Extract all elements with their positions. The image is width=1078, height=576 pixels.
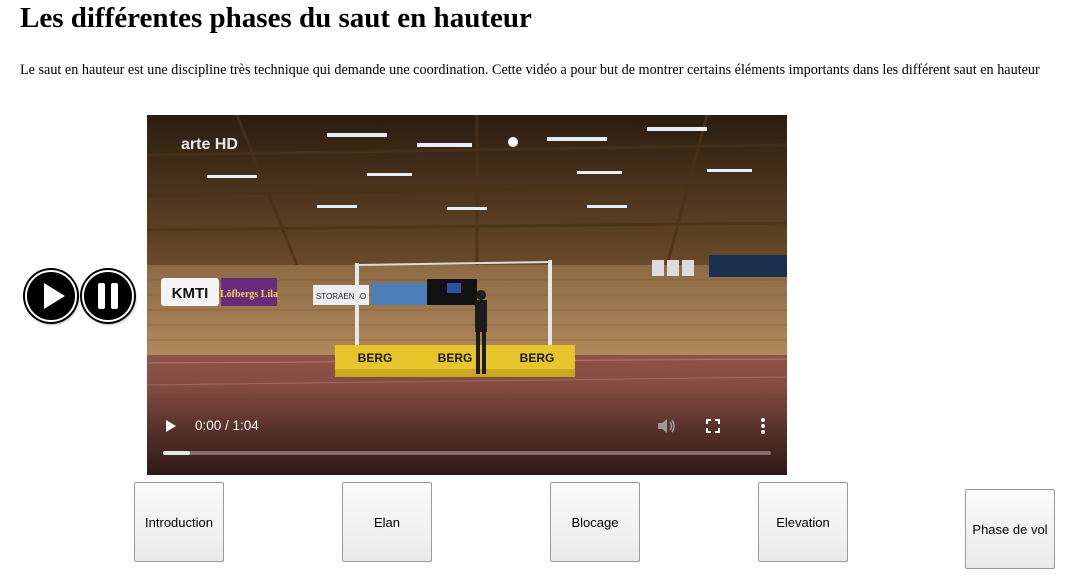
phase-button-phase-de-vol[interactable]: Phase de vol [965, 489, 1055, 569]
video-player[interactable]: KMTI Löfbergs Lila STORAENSO BERG BERG B… [147, 115, 787, 475]
volume-icon[interactable] [655, 415, 677, 437]
more-options-icon[interactable] [753, 416, 773, 436]
video-play-icon[interactable] [161, 415, 181, 437]
arte-watermark: arte HD [181, 136, 238, 153]
play-icon [44, 283, 65, 309]
fullscreen-icon[interactable] [703, 416, 723, 436]
phase-button-elevation[interactable]: Elevation [758, 482, 848, 562]
video-progress-fill [163, 451, 191, 455]
phase-button-elan[interactable]: Elan [342, 482, 432, 562]
play-button[interactable] [25, 270, 77, 322]
pause-icon [98, 283, 118, 309]
phase-button-blocage[interactable]: Blocage [550, 482, 640, 562]
pause-button[interactable] [82, 270, 134, 322]
sign-berg-3: BERG [520, 351, 555, 365]
phase-button-introduction[interactable]: Introduction [134, 482, 224, 562]
sign-berg-2: BERG [438, 351, 473, 365]
page-title: Les différentes phases du saut en hauteu… [20, 2, 532, 34]
page-description: Le saut en hauteur est une discipline tr… [20, 62, 1040, 78]
sign-kmti: KMTI [172, 285, 209, 302]
sign-berg-1: BERG [358, 351, 393, 365]
video-progress-bar[interactable] [163, 451, 771, 455]
video-time-display: 0:00 / 1:04 [195, 418, 259, 433]
sign-lofbergs: Löfbergs Lila [220, 289, 278, 300]
